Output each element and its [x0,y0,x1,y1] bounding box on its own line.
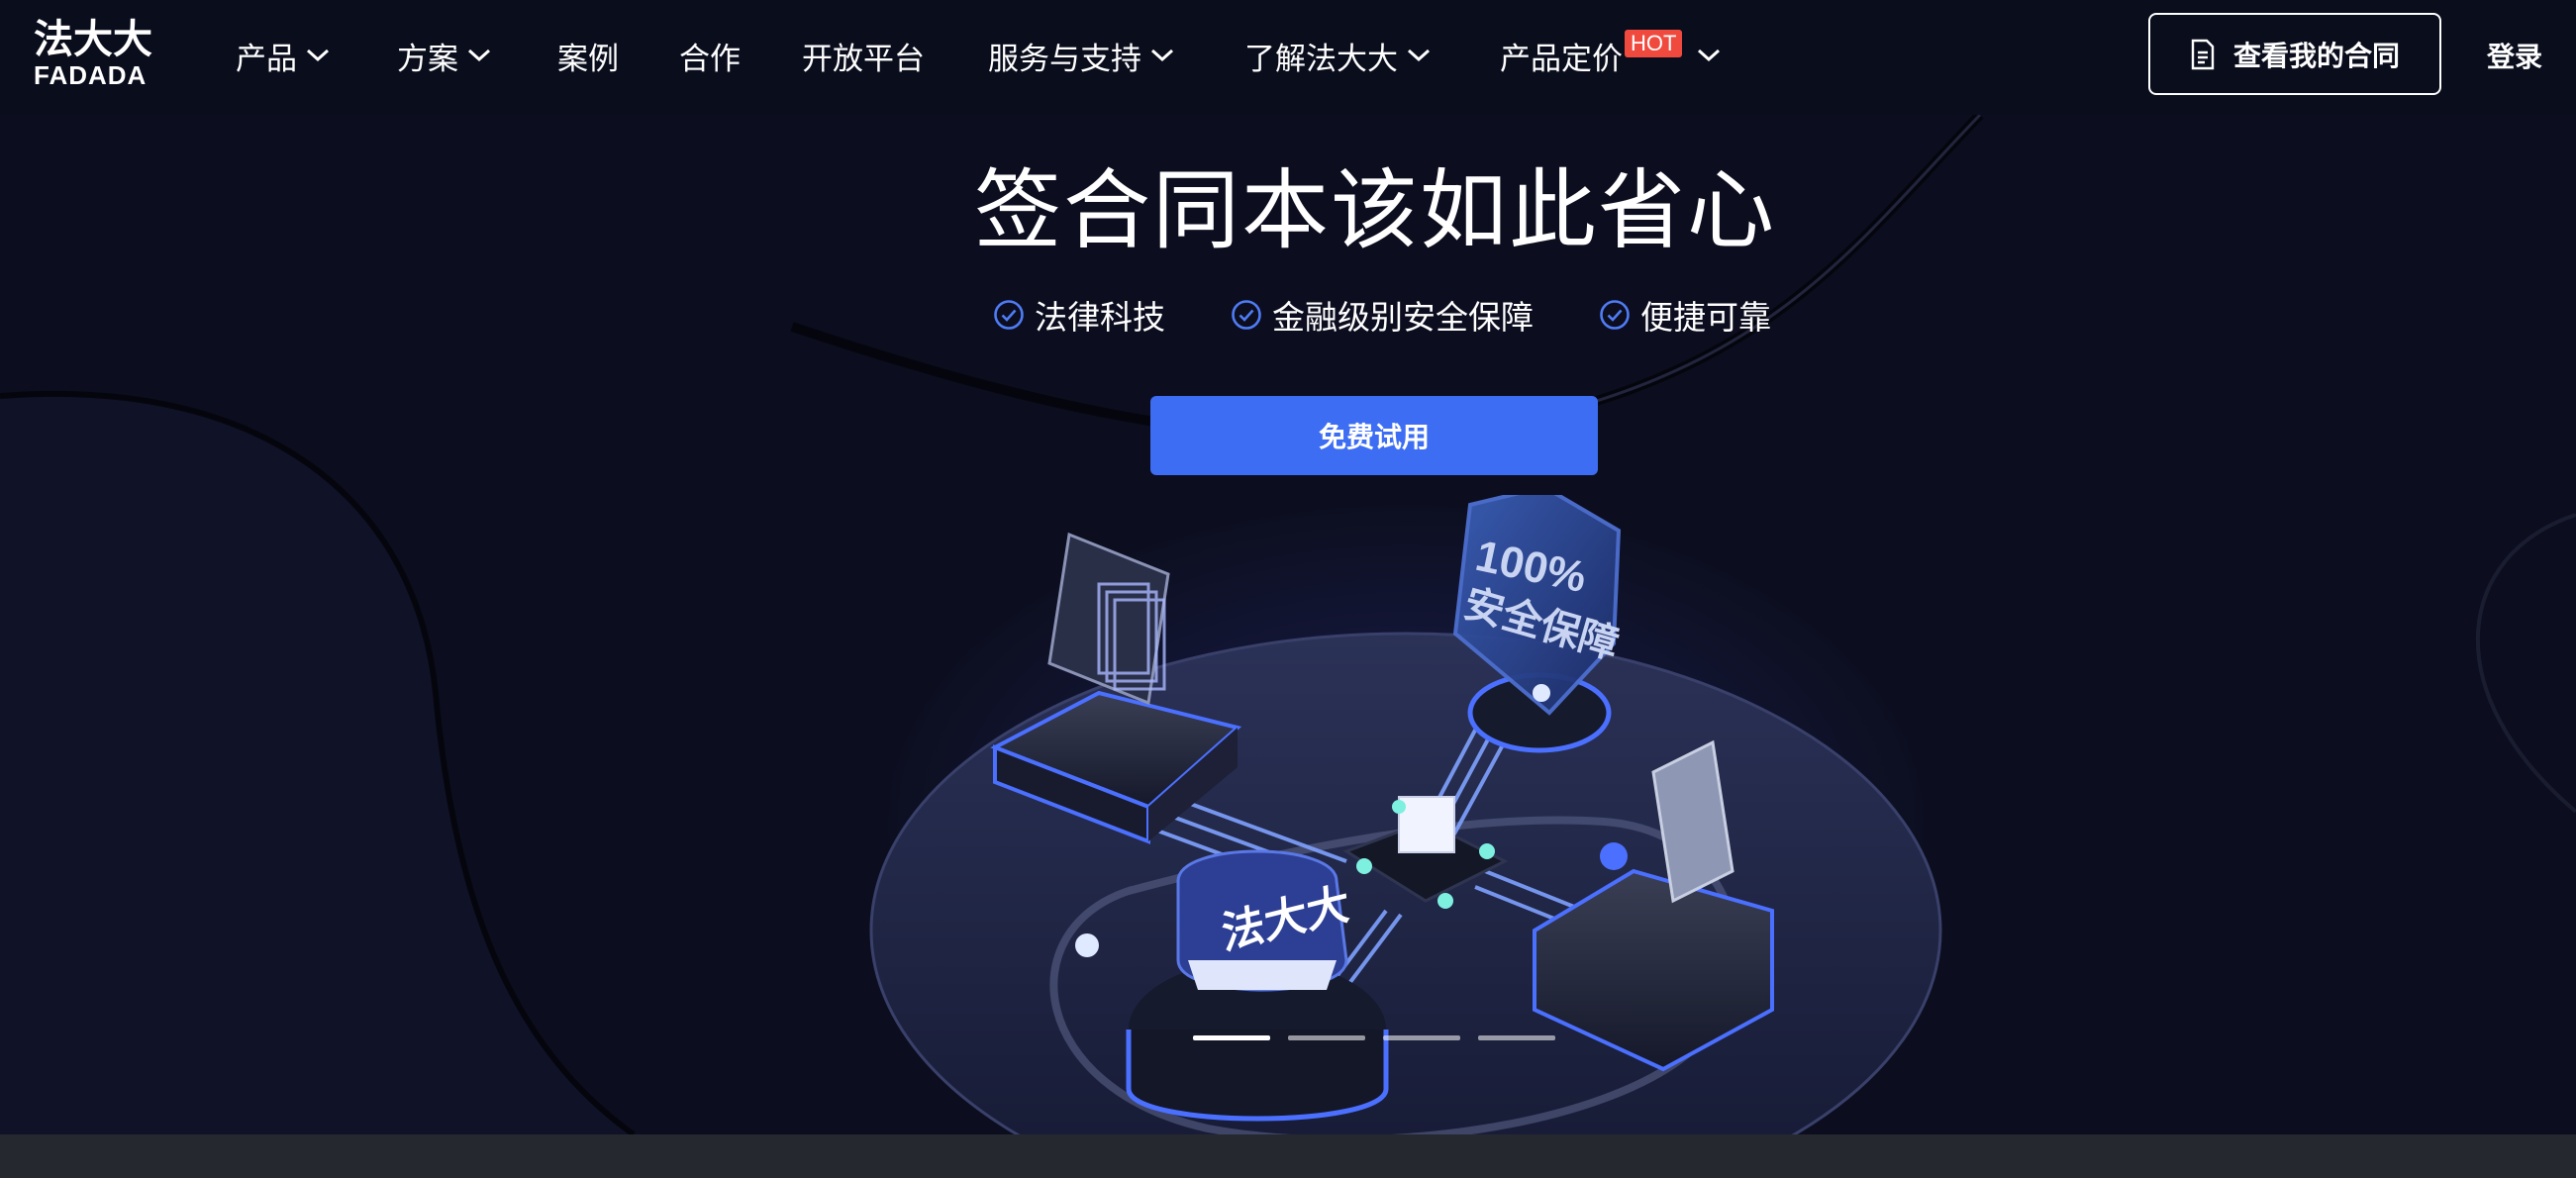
nav-item-about[interactable]: 了解法大大 [1244,0,1432,111]
feature-item: 法律科技 [993,291,1165,339]
nav-item-open-platform[interactable]: 开放平台 [802,0,925,111]
view-my-contracts-button[interactable]: 查看我的合同 [2148,13,2441,95]
chevron-down-icon [1698,49,1721,62]
nav-label: 案例 [557,41,619,77]
fadada-logo[interactable]: 法大大 FADADA [34,17,156,90]
hero-title: 签合同本该如此省心 [973,159,1776,261]
nav-label: 方案 [397,41,458,77]
logo-en: FADADA [34,60,148,90]
chevron-down-icon [306,49,330,62]
nav-item-service-support[interactable]: 服务与支持 [988,0,1175,111]
check-circle-icon [1600,300,1630,330]
free-trial-button[interactable]: 免费试用 [1150,396,1598,475]
nav-item-cooperation[interactable]: 合作 [679,0,741,111]
nav-label: 服务与支持 [988,41,1141,77]
next-section-strip [0,1134,2576,1178]
nav-item-solutions[interactable]: 方案 [397,0,492,111]
chevron-down-icon [1150,49,1174,62]
nav-label: 了解法大大 [1244,41,1398,77]
hero-illustration [869,495,1942,1148]
contract-button-label: 查看我的合同 [2232,39,2400,72]
nav-label: 合作 [679,41,741,77]
check-circle-icon [994,300,1024,330]
login-link[interactable]: 登录 [2487,0,2542,111]
chevron-down-icon [1407,49,1431,62]
check-circle-icon [1232,300,1261,330]
feature-item: 金融级别安全保障 [1231,291,1534,339]
feature-label: 法律科技 [1035,298,1165,337]
chevron-down-icon [467,49,491,62]
hot-badge: HOT [1625,30,1683,57]
feature-label: 便捷可靠 [1640,298,1771,337]
carousel-dot[interactable] [1383,1035,1460,1040]
document-icon [2191,39,2215,69]
feature-list: 法律科技 金融级别安全保障 便捷可靠 [993,287,1771,343]
nav-label: 产品 [236,41,297,77]
nav-item-pricing[interactable]: 产品定价 HOT [1500,0,1722,111]
carousel-dot[interactable] [1288,1035,1365,1040]
nav-item-products[interactable]: 产品 [236,0,331,111]
nav-item-cases[interactable]: 案例 [557,0,619,111]
carousel-dot[interactable] [1478,1035,1555,1040]
feature-item: 便捷可靠 [1599,291,1771,339]
carousel-dot[interactable] [1193,1035,1270,1040]
nav-label: 产品定价 [1500,41,1623,77]
nav-label: 开放平台 [802,41,925,77]
carousel-indicators [1193,1035,1573,1040]
top-nav: 法大大 FADADA 产品 方案 案例 合作 开放平台 服务与支持 了解法大大 … [0,0,2576,115]
logo-cn: 法大大 [34,17,152,62]
feature-label: 金融级别安全保障 [1272,298,1534,337]
